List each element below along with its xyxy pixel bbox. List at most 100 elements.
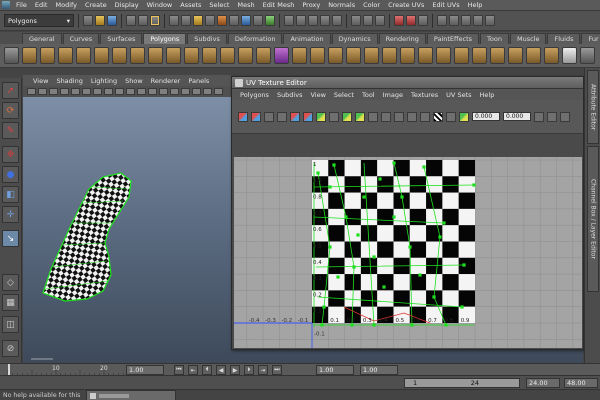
mask-misc-icon[interactable] (253, 15, 263, 26)
append-polygon-icon[interactable] (328, 47, 343, 64)
outliner-layout-icon[interactable]: ⊘ (2, 340, 19, 357)
render-frame-icon[interactable] (394, 15, 404, 26)
extrude-icon[interactable] (292, 47, 307, 64)
menu-edit-mesh[interactable]: Edit Mesh (259, 1, 299, 9)
cylindrical-mapping-icon[interactable] (454, 47, 469, 64)
wireframe-icon[interactable] (148, 88, 157, 95)
uv-point[interactable] (400, 195, 404, 199)
camera-select-icon[interactable] (27, 88, 36, 95)
poly-cylinder-icon[interactable] (58, 47, 73, 64)
separate-icon[interactable] (220, 47, 235, 64)
flip-v-icon[interactable] (251, 111, 261, 122)
uv-v-value-field[interactable]: 0.000 (503, 112, 531, 121)
rotate-cw-icon[interactable] (277, 111, 287, 122)
paint-select-tool-icon[interactable]: ✎ (2, 122, 19, 139)
toggle-panel-icon-2[interactable] (473, 15, 483, 26)
current-time-field[interactable]: 1.00 (126, 365, 164, 375)
maya-app-icon[interactable] (2, 1, 10, 9)
menu-select[interactable]: Select (205, 1, 233, 9)
save-scene-icon[interactable] (107, 15, 117, 26)
align-u-max-icon[interactable] (355, 111, 365, 122)
mirror-geometry-icon[interactable] (274, 47, 289, 64)
add-isolate-icon[interactable] (407, 111, 417, 122)
soft-select-icon[interactable] (562, 47, 577, 64)
rotate-ccw-icon[interactable] (264, 111, 274, 122)
mask-handles-icon[interactable] (169, 15, 179, 26)
uv-menu-image[interactable]: Image (379, 91, 407, 99)
menu-set-dropdown[interactable]: Polygons ▾ (4, 14, 74, 27)
align-u-min-icon[interactable] (342, 111, 352, 122)
uv-editor-icon[interactable] (508, 47, 523, 64)
uv-menu-textures[interactable]: Textures (407, 91, 442, 99)
make-live-icon[interactable] (332, 15, 342, 26)
mask-joints-icon[interactable] (181, 15, 191, 26)
remove-isolate-icon[interactable] (420, 111, 430, 122)
select-hierarchy-icon[interactable] (126, 15, 136, 26)
uv-point[interactable] (378, 177, 382, 181)
grid-toggle-icon[interactable] (71, 88, 80, 95)
pixel-snap-icon[interactable] (459, 111, 469, 122)
mask-deformations-icon[interactable] (217, 15, 227, 26)
sculpt-geometry-icon[interactable] (526, 47, 541, 64)
select-tool-icon[interactable]: ➚ (2, 82, 19, 99)
tab-muscle[interactable]: Muscle (509, 33, 547, 44)
play-forwards-icon[interactable]: ▶ (230, 365, 240, 375)
uv-point[interactable] (472, 183, 476, 187)
unfold-icon[interactable] (381, 111, 391, 122)
poly-plane-icon[interactable] (94, 47, 109, 64)
universal-manipulator-icon[interactable]: ✛ (2, 206, 19, 223)
cut-uv-icon[interactable] (290, 111, 300, 122)
uv-u-value-field[interactable]: 0.000 (472, 112, 500, 121)
tab-painteffects[interactable]: PaintEffects (426, 33, 480, 44)
vp-menu-shading[interactable]: Shading (52, 77, 86, 85)
uv-texture-editor-window[interactable]: UV Texture Editor Polygons Subdivs View … (231, 76, 584, 350)
grid-uv-icon[interactable] (368, 111, 378, 122)
bridge-icon[interactable] (310, 47, 325, 64)
offset-edge-loop-icon[interactable] (382, 47, 397, 64)
bookmarks-icon[interactable] (49, 88, 58, 95)
poly-pipe-icon[interactable] (166, 47, 181, 64)
smooth-icon[interactable] (238, 47, 253, 64)
insert-edge-loop-icon[interactable] (364, 47, 379, 64)
tab-rendering[interactable]: Rendering (378, 33, 426, 44)
poly-cone-icon[interactable] (76, 47, 91, 64)
vp-menu-show[interactable]: Show (121, 77, 147, 85)
layout-single-icon[interactable]: ◇ (2, 274, 19, 291)
tab-curves[interactable]: Curves (62, 33, 100, 44)
new-scene-icon[interactable] (83, 15, 93, 26)
snap-grid-icon[interactable] (284, 15, 294, 26)
uv-point[interactable] (460, 305, 464, 309)
step-forward-frame-icon[interactable]: ⏵ (244, 365, 254, 375)
menu-normals[interactable]: Normals (324, 1, 359, 9)
range-slider-bar[interactable]: 1 24 (404, 378, 520, 388)
move-sew-icon[interactable] (316, 111, 326, 122)
poly-prism-icon[interactable] (130, 47, 145, 64)
channel-box-tab[interactable]: Channel Box / Layer Editor (587, 146, 599, 292)
menu-file[interactable]: File (12, 1, 31, 9)
move-uv-tool-icon[interactable]: ↘ (2, 230, 19, 247)
input-line-icon[interactable] (437, 15, 447, 26)
mask-curves-icon[interactable] (193, 15, 203, 26)
select-component-icon[interactable] (150, 15, 160, 26)
render-settings-icon[interactable] (418, 15, 428, 26)
menu-assets[interactable]: Assets (176, 1, 205, 9)
ipr-render-icon[interactable] (406, 15, 416, 26)
menu-display[interactable]: Display (111, 1, 143, 9)
menu-create[interactable]: Create (81, 1, 111, 9)
uv-menu-select[interactable]: Select (330, 91, 358, 99)
uv-point[interactable] (344, 215, 348, 219)
paint-weights-icon[interactable] (544, 47, 559, 64)
uv-canvas[interactable]: 1 0.9 0.8 0.7 0.6 0.5 0.4 0.3 0.2 0.1 -0.1 0.1 0.2 0… (234, 157, 582, 348)
poly-pyramid-icon[interactable] (148, 47, 163, 64)
image-plane-icon[interactable] (60, 88, 69, 95)
lasso-tool-icon[interactable]: ⟳ (2, 102, 19, 119)
resolution-gate-icon[interactable] (93, 88, 102, 95)
menu-window[interactable]: Window (143, 1, 177, 9)
step-forward-key-icon[interactable]: ⇥ (258, 365, 268, 375)
mask-dynamics-icon[interactable] (229, 15, 239, 26)
playback-end-field[interactable]: 48.00 (564, 378, 598, 388)
rotate-tool-icon[interactable]: ● (2, 166, 19, 183)
history-output-icon[interactable] (363, 15, 373, 26)
vp-menu-lighting[interactable]: Lighting (87, 77, 121, 85)
uv-point[interactable] (392, 161, 396, 165)
